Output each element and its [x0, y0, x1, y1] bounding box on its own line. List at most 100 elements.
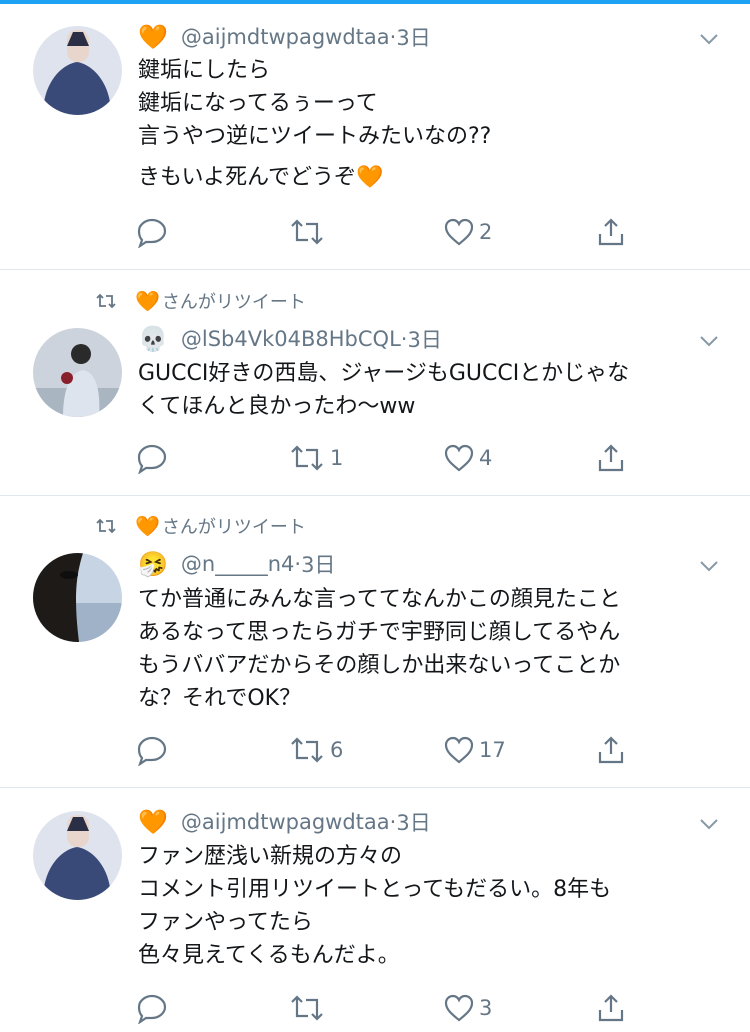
retweet-icon	[291, 445, 323, 471]
tweet-text: GUCCI好きの西島、ジャージもGUCCIとかじゃな くてほんと良かったわ〜ww	[138, 357, 728, 423]
retweet-button[interactable]: 6	[288, 734, 343, 766]
chevron-down-icon[interactable]	[698, 330, 720, 352]
display-name-emoji: 🤧	[138, 550, 168, 578]
separator: ·	[294, 552, 302, 576]
tweet-text-line: 言うやつ逆にツイートみたいなの??	[138, 124, 492, 149]
timestamp[interactable]: 3日	[301, 549, 335, 579]
like-button[interactable]: 17	[443, 734, 506, 766]
like-count: 3	[479, 996, 493, 1020]
retweeter-emoji[interactable]: 🧡	[135, 514, 160, 538]
timestamp[interactable]: 3日	[396, 22, 430, 52]
tweet-text-line: くてほんと良かったわ〜ww	[138, 394, 416, 419]
reply-icon	[137, 444, 167, 474]
like-button[interactable]: 3	[443, 992, 492, 1024]
reply-icon	[137, 218, 167, 248]
like-count: 4	[479, 446, 493, 470]
tweet-text: ファン歴浅い新規の方々の コメント引用リツイートとってもだるい。8年も ファンや…	[138, 840, 728, 972]
like-count: 2	[479, 220, 493, 244]
retweet-button[interactable]	[288, 216, 330, 248]
tweet-text-line: てか普通にみんな言っててなんかこの顔見たこと	[138, 587, 621, 612]
share-icon	[598, 736, 624, 764]
tweet-actions: 3	[0, 992, 750, 1032]
tweet-header: 🤧 @n_____n4 · 3日	[138, 548, 335, 580]
heart-icon	[444, 994, 474, 1022]
retweet-label: さんがリツイート	[161, 292, 306, 313]
tweet[interactable]: 🧡 さんがリツイート 💀 @lSb4Vk04B8HbCQL · 3日 GUCCI…	[0, 270, 750, 496]
tweet[interactable]: 🧡 さんがリツイート 🤧 @n_____n4 · 3日 てか普通にみんな言ってて…	[0, 496, 750, 788]
reply-icon	[137, 736, 167, 766]
avatar[interactable]	[33, 26, 122, 115]
retweet-icon	[291, 995, 323, 1021]
tweet[interactable]: 🧡 @aijmdtwpagwdtaa · 3日 ファン歴浅い新規の方々の コメン…	[0, 788, 750, 1024]
like-button[interactable]: 4	[443, 442, 492, 474]
retweet-button[interactable]: 1	[288, 442, 343, 474]
retweet-count: 1	[330, 446, 344, 470]
tweet[interactable]: 🧡 @aijmdtwpagwdtaa · 3日 鍵垢にしたら 鍵垢になってるぅー…	[0, 0, 750, 270]
reply-icon	[137, 994, 167, 1024]
timestamp[interactable]: 3日	[396, 807, 430, 837]
retweet-label: さんがリツイート	[161, 517, 306, 538]
share-button[interactable]	[595, 216, 627, 248]
avatar[interactable]	[33, 811, 122, 900]
display-name-emoji: 💀	[138, 325, 168, 353]
chevron-down-icon[interactable]	[698, 555, 720, 577]
separator: ·	[400, 327, 408, 351]
tweet-text-line: ファン歴浅い新規の方々の	[138, 844, 403, 869]
retweet-context: 🧡 さんがリツイート	[95, 286, 306, 316]
tweet-text-line: 鍵垢にしたら	[138, 58, 271, 83]
avatar[interactable]	[33, 328, 122, 417]
reply-button[interactable]	[136, 442, 172, 474]
heart-icon	[444, 218, 474, 246]
tweet-header: 🧡 @aijmdtwpagwdtaa · 3日	[138, 21, 431, 53]
retweet-icon	[96, 518, 116, 534]
retweet-context: 🧡 さんがリツイート	[95, 511, 306, 541]
separator: ·	[389, 25, 397, 49]
retweet-icon	[291, 737, 323, 763]
retweeter-emoji[interactable]: 🧡	[135, 289, 160, 313]
retweet-count: 6	[330, 738, 344, 762]
tweet-header: 🧡 @aijmdtwpagwdtaa · 3日	[138, 806, 431, 838]
like-count: 17	[479, 738, 506, 762]
display-name-emoji: 🧡	[138, 23, 168, 51]
share-icon	[598, 444, 624, 472]
tweet-text-line: もうババアだからその顔しか出来ないってことか	[138, 653, 621, 678]
handle[interactable]: @lSb4Vk04B8HbCQL	[181, 327, 401, 351]
avatar[interactable]	[33, 553, 122, 642]
chevron-down-icon[interactable]	[698, 813, 720, 835]
share-icon	[598, 994, 624, 1022]
tweet-text-line: コメント引用リツイートとってもだるい。8年も	[138, 877, 612, 902]
tweet-header: 💀 @lSb4Vk04B8HbCQL · 3日	[138, 323, 442, 355]
share-button[interactable]	[595, 442, 627, 474]
handle[interactable]: @aijmdtwpagwdtaa	[181, 25, 390, 49]
tweet-text: 鍵垢にしたら 鍵垢になってるぅーって 言うやつ逆にツイートみたいなの?? きもい…	[138, 54, 728, 194]
reply-button[interactable]	[136, 734, 172, 766]
handle[interactable]: @n_____n4	[181, 552, 294, 576]
tweet-text-line: GUCCI好きの西島、ジャージもGUCCIとかじゃな	[138, 361, 630, 386]
tweet-text: てか普通にみんな言っててなんかこの顔見たこと あるなって思ったらガチで宇野同じ顔…	[138, 583, 728, 715]
share-icon	[598, 218, 624, 246]
tweet-text-line: あるなって思ったらガチで宇野同じ顔してるやん	[138, 620, 621, 645]
tweet-text-line: きもいよ死んでどうぞ🧡	[138, 165, 384, 190]
heart-icon	[444, 736, 474, 764]
chevron-down-icon[interactable]	[698, 28, 720, 50]
timestamp[interactable]: 3日	[407, 324, 441, 354]
tweet-text-line: ファンやってたら	[138, 910, 313, 935]
tweet-actions: 2	[0, 216, 750, 256]
handle[interactable]: @aijmdtwpagwdtaa	[181, 810, 390, 834]
display-name-emoji: 🧡	[138, 808, 168, 836]
tweet-text-line: 鍵垢になってるぅーって	[138, 91, 378, 116]
tweet-text-line: 色々見えてくるもんだよ。	[138, 943, 400, 968]
retweet-icon	[291, 219, 323, 245]
retweet-icon	[96, 293, 116, 309]
heart-icon	[444, 444, 474, 472]
tweet-actions: 1 4	[0, 442, 750, 482]
reply-button[interactable]	[136, 216, 172, 248]
share-button[interactable]	[595, 992, 627, 1024]
tweet-text-line: な？それでOK？	[138, 686, 302, 711]
retweet-button[interactable]	[288, 992, 330, 1024]
reply-button[interactable]	[136, 992, 172, 1024]
like-button[interactable]: 2	[443, 216, 492, 248]
tweet-actions: 6 17	[0, 734, 750, 774]
share-button[interactable]	[595, 734, 627, 766]
separator: ·	[389, 810, 397, 834]
